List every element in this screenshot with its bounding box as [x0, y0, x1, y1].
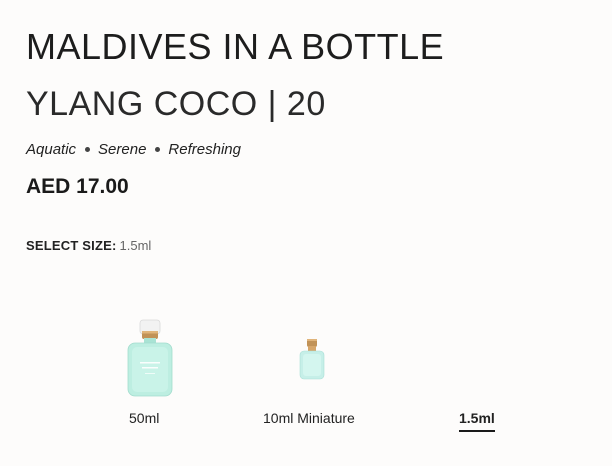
bullet-dot-icon	[155, 146, 161, 152]
size-options: 50ml 10ml Miniature 1.5ml	[0, 0, 612, 466]
scent-notes: Aquatic Serene Refreshing	[26, 141, 241, 159]
size-option-label: 1.5ml	[459, 410, 495, 432]
bottle-10ml-image	[299, 339, 325, 380]
bullet-dot-icon	[85, 146, 91, 152]
selected-size-value: 1.5ml	[119, 238, 152, 253]
select-size-label: SELECT SIZE:	[26, 238, 117, 253]
select-size-row: SELECT SIZE: 1.5ml	[26, 238, 151, 254]
size-option-50ml[interactable]: 50ml	[110, 318, 190, 433]
size-option-label: 10ml Miniature	[263, 410, 355, 426]
size-option-label: 50ml	[129, 410, 160, 426]
size-option-1-5ml[interactable]: 1.5ml	[450, 405, 510, 435]
scent-note: Serene	[98, 141, 147, 158]
size-option-10ml-miniature[interactable]: 10ml Miniature	[255, 330, 375, 433]
bottle-50ml-image	[127, 319, 173, 397]
product-title: MALDIVES IN A BOTTLE	[26, 26, 445, 67]
product-price: AED 17.00	[26, 175, 129, 198]
scent-note: Refreshing	[168, 141, 241, 158]
product-subtitle: YLANG COCO | 20	[26, 85, 326, 123]
scent-note: Aquatic	[26, 141, 77, 158]
